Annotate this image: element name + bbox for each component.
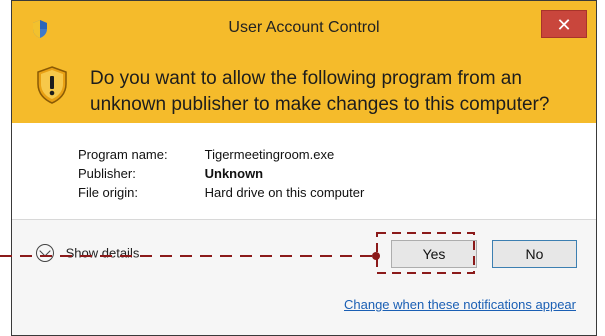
change-notifications-link[interactable]: Change when these notifications appear (344, 297, 576, 312)
title-bar: User Account Control ✕ (12, 1, 596, 55)
publisher-value: Unknown (204, 166, 264, 181)
warning-shield-icon (37, 66, 67, 104)
file-origin-row: File origin: Hard drive on this computer (78, 185, 364, 203)
question-banner: Do you want to allow the following progr… (12, 55, 596, 123)
show-details-label: Show details (65, 245, 140, 261)
no-button[interactable]: No (492, 240, 577, 268)
show-details-toggle[interactable]: Show details (36, 244, 139, 266)
publisher-row: Publisher: Unknown (78, 166, 263, 184)
file-origin-value: Hard drive on this computer (204, 185, 365, 200)
close-button[interactable]: ✕ (541, 10, 587, 38)
file-origin-label: File origin: (78, 185, 138, 200)
program-name-row: Program name: Tigermeetingroom.exe (78, 147, 334, 165)
yes-button[interactable]: Yes (391, 240, 477, 268)
program-name-label: Program name: (78, 147, 168, 162)
program-name-value: Tigermeetingroom.exe (204, 147, 335, 162)
banner-question: Do you want to allow the following progr… (90, 68, 550, 115)
program-details: Program name: Tigermeetingroom.exe Publi… (12, 123, 596, 219)
close-icon: ✕ (556, 15, 572, 35)
publisher-label: Publisher: (78, 166, 136, 181)
uac-dialog: User Account Control ✕ Do you want to al… (11, 0, 597, 336)
chevron-down-icon (36, 244, 54, 262)
window-title: User Account Control (228, 19, 380, 36)
divider (12, 219, 596, 220)
